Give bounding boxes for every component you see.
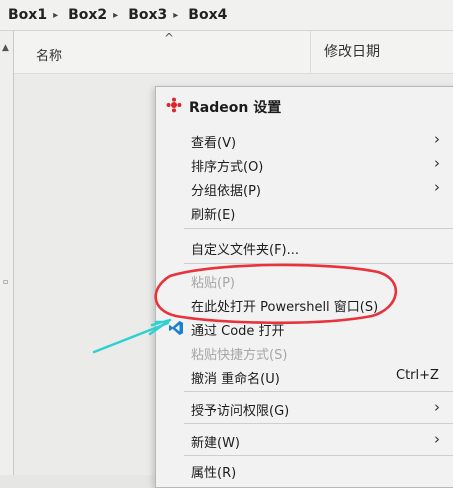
submenu-arrow-icon: ›: [434, 430, 440, 448]
menu-separator: [184, 263, 453, 264]
column-header-name[interactable]: 名称: [36, 45, 62, 64]
menu-label: 查看(V): [191, 136, 237, 151]
menu-item-paste: 粘贴(P): [156, 269, 453, 291]
breadcrumb-separator-icon[interactable]: ▸: [51, 10, 60, 21]
column-header-row: 名称 ^ 修改日期: [14, 31, 453, 74]
menu-label: 粘贴(P): [191, 276, 235, 291]
menu-shortcut: Ctrl+Z: [396, 368, 439, 383]
menu-item-customize-folder[interactable]: 自定义文件夹(F)...: [156, 236, 453, 258]
breadcrumb-box1[interactable]: Box1: [0, 7, 51, 23]
submenu-arrow-icon: ›: [434, 130, 440, 148]
menu-separator: [184, 391, 453, 392]
menu-separator: [184, 228, 453, 229]
menu-label: 撤消 重命名(U): [191, 372, 280, 387]
menu-item-group-by[interactable]: 分组依据(P) ›: [156, 177, 453, 199]
column-divider[interactable]: [310, 31, 311, 73]
breadcrumb: Box1 ▸ Box2 ▸ Box3 ▸ Box4: [0, 0, 453, 31]
menu-label: 新建(W): [191, 436, 240, 451]
nav-pane-glyph-icon: ▫: [3, 277, 9, 286]
menu-item-sort-by[interactable]: 排序方式(O) ›: [156, 153, 453, 175]
breadcrumb-box3[interactable]: Box3: [120, 7, 171, 23]
menu-label: 分组依据(P): [191, 184, 261, 199]
menu-label: 通过 Code 打开: [191, 324, 285, 339]
menu-label: 粘贴快捷方式(S): [191, 348, 288, 363]
menu-separator: [184, 423, 453, 424]
submenu-arrow-icon: ›: [434, 398, 440, 416]
radeon-icon: [166, 97, 182, 113]
sort-ascending-icon: ^: [164, 31, 175, 45]
menu-label: 刷新(E): [191, 208, 236, 223]
menu-item-radeon-settings[interactable]: Radeon 设置: [156, 91, 453, 119]
context-menu: Radeon 设置 查看(V) › 排序方式(O) › 分组依据(P) › 刷新…: [155, 86, 453, 488]
breadcrumb-box4[interactable]: Box4: [180, 7, 231, 23]
navigation-pane[interactable]: ▲ ▫: [0, 31, 14, 475]
menu-item-open-powershell[interactable]: 在此处打开 Powershell 窗口(S): [156, 293, 453, 315]
menu-separator: [184, 455, 453, 456]
menu-item-refresh[interactable]: 刷新(E): [156, 201, 453, 223]
submenu-arrow-icon: ›: [434, 154, 440, 172]
menu-item-view[interactable]: 查看(V) ›: [156, 129, 453, 151]
scroll-up-arrow-icon[interactable]: ▲: [2, 43, 9, 53]
menu-item-undo-rename[interactable]: 撤消 重命名(U) Ctrl+Z: [156, 365, 453, 387]
menu-item-open-with-code[interactable]: 通过 Code 打开: [156, 317, 453, 339]
vscode-icon: [169, 321, 183, 335]
menu-label: 排序方式(O): [191, 160, 264, 175]
breadcrumb-box2[interactable]: Box2: [60, 7, 111, 23]
menu-label: 属性(R): [191, 466, 237, 481]
menu-item-paste-shortcut: 粘贴快捷方式(S): [156, 341, 453, 363]
menu-item-new[interactable]: 新建(W) ›: [156, 429, 453, 451]
breadcrumb-separator-icon[interactable]: ▸: [111, 10, 120, 21]
menu-item-grant-access[interactable]: 授予访问权限(G) ›: [156, 397, 453, 419]
column-header-modified-date[interactable]: 修改日期: [324, 41, 380, 61]
breadcrumb-separator-icon[interactable]: ▸: [171, 10, 180, 21]
menu-label: 自定义文件夹(F)...: [191, 243, 300, 258]
menu-label: 在此处打开 Powershell 窗口(S): [191, 300, 379, 315]
menu-label-radeon: Radeon 设置: [189, 100, 282, 116]
menu-item-properties[interactable]: 属性(R): [156, 459, 453, 481]
menu-label: 授予访问权限(G): [191, 404, 290, 419]
submenu-arrow-icon: ›: [434, 178, 440, 196]
